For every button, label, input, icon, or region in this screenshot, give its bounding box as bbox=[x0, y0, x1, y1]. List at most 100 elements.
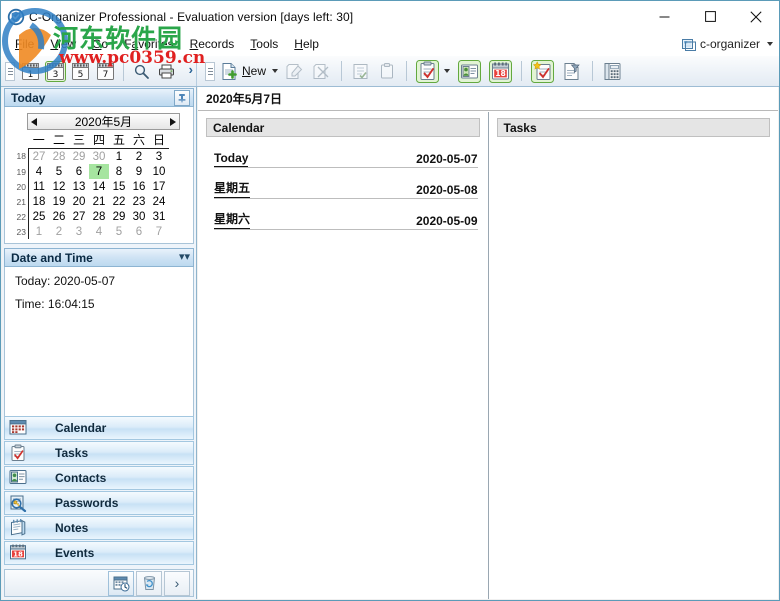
sidebar-item-notes[interactable]: Notes bbox=[4, 516, 194, 540]
checklist-button[interactable] bbox=[348, 58, 373, 84]
calendar-clock-icon[interactable] bbox=[108, 570, 134, 596]
recycle-bin-icon[interactable] bbox=[136, 570, 162, 596]
calendar-day[interactable]: 5 bbox=[49, 164, 69, 179]
view-3-days-button[interactable]: 3 bbox=[45, 60, 66, 82]
calendar-day[interactable]: 25 bbox=[29, 209, 50, 224]
calendar-day[interactable]: 27 bbox=[29, 149, 50, 165]
menu-view[interactable]: View bbox=[42, 35, 84, 53]
new-dropdown-chevron-down-icon[interactable] bbox=[272, 69, 279, 73]
calendar-day[interactable]: 5 bbox=[109, 224, 129, 239]
calendar-day[interactable]: 22 bbox=[109, 194, 129, 209]
drag-grip[interactable] bbox=[5, 61, 15, 81]
calendar-day[interactable]: 28 bbox=[49, 149, 69, 165]
menu-file[interactable]: File bbox=[7, 35, 42, 53]
arrow-right-icon[interactable] bbox=[170, 117, 176, 126]
calendar-day[interactable]: 30 bbox=[89, 149, 109, 165]
calendar-section-title: Calendar bbox=[213, 120, 265, 135]
calendar-day[interactable]: 6 bbox=[129, 224, 149, 239]
print-button[interactable] bbox=[155, 58, 178, 84]
calendar-day[interactable]: 29 bbox=[109, 209, 129, 224]
calendar-day[interactable]: 10 bbox=[149, 164, 169, 179]
calendar-day[interactable]: 6 bbox=[69, 164, 89, 179]
menu-help[interactable]: Help bbox=[286, 35, 327, 53]
calendar-day[interactable]: 15 bbox=[109, 179, 129, 194]
calendar-day[interactable]: 9 bbox=[129, 164, 149, 179]
view-5-days-button[interactable]: 5 bbox=[70, 61, 91, 82]
edit-record-button[interactable] bbox=[283, 58, 308, 84]
calendar-day[interactable]: 26 bbox=[49, 209, 69, 224]
profile-selector[interactable]: c-organizer bbox=[681, 32, 773, 56]
sidebar-item-passwords[interactable]: Passwords bbox=[4, 491, 194, 515]
calendar-day-label[interactable]: Today bbox=[214, 151, 249, 167]
mini-calendar-month-title[interactable]: 2020年5月 bbox=[75, 113, 132, 130]
calendar-day[interactable]: 4 bbox=[29, 164, 50, 179]
calendar-day[interactable]: 4 bbox=[89, 224, 109, 239]
filter-button[interactable] bbox=[559, 58, 586, 84]
menu-records[interactable]: Records bbox=[182, 35, 243, 53]
arrow-left-icon[interactable] bbox=[31, 117, 37, 126]
sidebar-item-calendar[interactable]: Calendar bbox=[4, 416, 194, 440]
calendar-day[interactable]: 7 bbox=[149, 224, 169, 239]
calendar-day[interactable]: 3 bbox=[149, 149, 169, 165]
calendar-day[interactable]: 27 bbox=[69, 209, 89, 224]
calendar-day[interactable]: 31 bbox=[149, 209, 169, 224]
calendar-day[interactable]: 2 bbox=[49, 224, 69, 239]
calendar-day[interactable]: 17 bbox=[149, 179, 169, 194]
drag-grip-main[interactable] bbox=[205, 61, 215, 81]
toolbar-overflow-chevron-right-icon[interactable]: › bbox=[189, 63, 193, 76]
calendar-day[interactable]: 13 bbox=[69, 179, 89, 194]
calendar-day[interactable]: 8 bbox=[109, 164, 129, 179]
chevron-double-down-icon[interactable]: ▾▾ bbox=[179, 252, 190, 263]
calendar-day-row[interactable]: 星期六 2020-05-09 bbox=[214, 211, 478, 230]
menu-go[interactable]: Go bbox=[84, 35, 116, 53]
calendar-day[interactable]: 14 bbox=[89, 179, 109, 194]
calendar-day[interactable]: 20 bbox=[69, 194, 89, 209]
tasks-view-button[interactable] bbox=[413, 58, 442, 84]
calendar-day-row[interactable]: Today 2020-05-07 bbox=[214, 149, 478, 168]
maximize-button[interactable] bbox=[687, 1, 733, 32]
calendar-day[interactable]: 18 bbox=[29, 194, 50, 209]
calculator-button[interactable] bbox=[599, 58, 626, 84]
delete-record-button[interactable] bbox=[310, 58, 335, 84]
menu-tools[interactable]: Tools bbox=[242, 35, 286, 53]
minimize-button[interactable] bbox=[641, 1, 687, 32]
calendar-day[interactable]: 1 bbox=[109, 149, 129, 165]
events-view-button[interactable]: 18 bbox=[486, 58, 515, 84]
view-7-days-button[interactable]: 7 bbox=[95, 61, 116, 82]
calendar-day[interactable]: 1 bbox=[29, 224, 50, 239]
calendar-day[interactable]: 23 bbox=[129, 194, 149, 209]
sidebar-item-tasks[interactable]: Tasks bbox=[4, 441, 194, 465]
calendar-day-today[interactable]: 7 bbox=[89, 164, 109, 179]
view-1-day-button[interactable]: 1 bbox=[20, 61, 41, 82]
pushpin-icon[interactable] bbox=[174, 89, 190, 106]
weekday-mon: 一 bbox=[28, 131, 49, 149]
calendar-day-label[interactable]: 星期五 bbox=[214, 179, 251, 198]
calendar-day[interactable]: 28 bbox=[89, 209, 109, 224]
clipboard-button[interactable] bbox=[375, 58, 400, 84]
calendar-day[interactable]: 24 bbox=[149, 194, 169, 209]
calendar-day[interactable]: 3 bbox=[69, 224, 89, 239]
calendar-day[interactable]: 2 bbox=[129, 149, 149, 165]
sidebar-item-events[interactable]: 18 Events bbox=[4, 541, 194, 565]
weekday-tue: 二 bbox=[49, 131, 69, 149]
calendar-day-label[interactable]: 星期六 bbox=[214, 210, 251, 229]
calendar-day[interactable]: 21 bbox=[89, 194, 109, 209]
calendar-day[interactable]: 12 bbox=[49, 179, 69, 194]
calendar-day[interactable]: 11 bbox=[29, 179, 50, 194]
calendar-day[interactable]: 30 bbox=[129, 209, 149, 224]
mini-calendar-week-row: 21 18 19 20 21 22 23 24 bbox=[11, 194, 169, 209]
new-task-button[interactable] bbox=[528, 58, 557, 84]
calendar-day[interactable]: 19 bbox=[49, 194, 69, 209]
mini-calendar-weekday-row: 一 二 三 四 五 六 日 bbox=[11, 131, 169, 149]
contacts-view-button[interactable] bbox=[455, 58, 484, 84]
search-button[interactable] bbox=[130, 58, 153, 84]
tasks-dropdown-chevron-down-icon[interactable] bbox=[444, 69, 451, 73]
sidebar-expand-chevron-right-icon[interactable]: › bbox=[164, 570, 190, 596]
menu-favorites[interactable]: Favorites bbox=[116, 35, 181, 53]
calendar-day[interactable]: 29 bbox=[69, 149, 89, 165]
sidebar-item-contacts[interactable]: Contacts bbox=[4, 466, 194, 490]
new-record-button[interactable]: New bbox=[218, 59, 282, 83]
calendar-day-row[interactable]: 星期五 2020-05-08 bbox=[214, 180, 478, 199]
close-button[interactable] bbox=[733, 1, 779, 32]
calendar-day[interactable]: 16 bbox=[129, 179, 149, 194]
